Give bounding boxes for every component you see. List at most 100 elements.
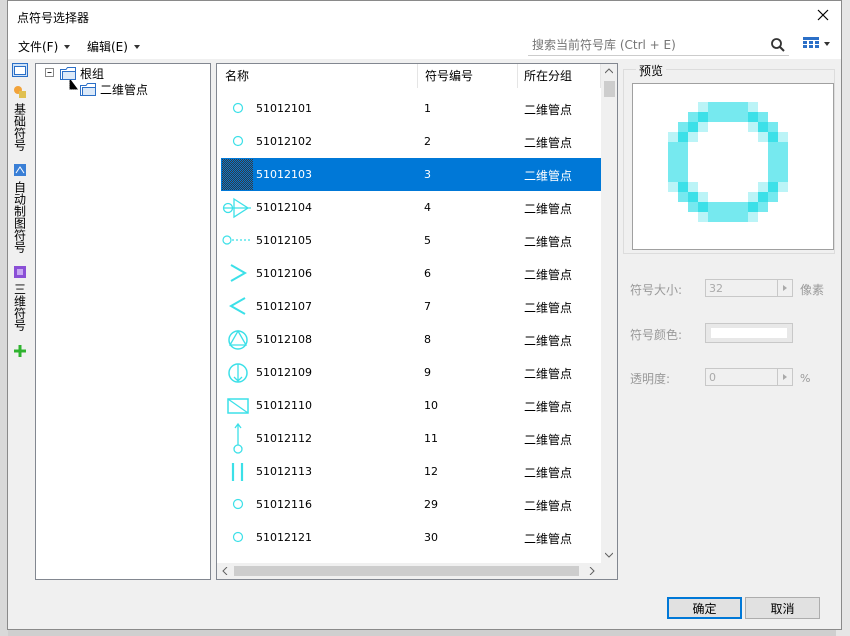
color-swatch-fill xyxy=(711,328,787,338)
preview-pixel xyxy=(688,202,698,212)
cell-group: 二维管点 xyxy=(524,367,573,381)
list-item[interactable]: 二维管点 xyxy=(221,554,601,563)
cell-group: 二维管点 xyxy=(524,334,573,348)
tree-node-2d-pipe-points[interactable]: 二维管点 xyxy=(80,81,148,98)
window-title: 点符号选择器 xyxy=(17,11,90,25)
preview-pixel xyxy=(768,142,778,152)
preview-pixel xyxy=(678,152,688,162)
tab-3d-symbols[interactable]: 三维符号 xyxy=(10,265,30,331)
list-item[interactable]: 51012121 30 二维管点 xyxy=(221,521,601,554)
horizontal-scrollbar[interactable] xyxy=(217,563,617,579)
preview-pixel xyxy=(668,132,678,142)
chevron-right-icon xyxy=(783,285,787,291)
list-item[interactable]: 51012108 8 二维管点 xyxy=(221,323,601,356)
tab-basic-symbols[interactable]: 基础符号 xyxy=(10,85,30,151)
opacity-spinner[interactable]: 0 xyxy=(705,368,793,386)
cell-name: 51012112 xyxy=(256,432,312,445)
symbol-color-picker[interactable] xyxy=(705,323,793,343)
cell-code: 9 xyxy=(424,366,431,379)
symbol-big-circle-icon xyxy=(221,554,254,563)
cell-name: 51012107 xyxy=(256,300,312,313)
tree-node-root[interactable]: 根组 xyxy=(60,65,104,82)
list-item[interactable]: 51012109 9 二维管点 xyxy=(221,356,601,389)
list-item[interactable]: 51012116 29 二维管点 xyxy=(221,488,601,521)
search-icon[interactable] xyxy=(770,37,786,53)
scroll-down-icon[interactable] xyxy=(605,552,613,558)
preview-pixel xyxy=(678,142,688,152)
preview-pixel xyxy=(778,182,788,192)
column-header-name[interactable]: 名称 xyxy=(225,67,249,84)
3d-symbol-icon xyxy=(14,266,26,278)
preview-pixel xyxy=(698,212,708,222)
preview-pixel xyxy=(678,162,688,172)
menu-bar: 文件(F) 编辑(E) xyxy=(8,31,841,59)
cell-group: 二维管点 xyxy=(524,268,573,282)
preview-pixel xyxy=(728,112,738,122)
cell-group: 二维管点 xyxy=(524,499,573,513)
view-mode-button[interactable] xyxy=(803,37,830,51)
vertical-scroll-thumb[interactable] xyxy=(604,81,615,97)
chevron-down-icon xyxy=(133,44,140,49)
menu-edit[interactable]: 编辑(E) xyxy=(87,38,140,55)
scroll-left-icon[interactable] xyxy=(222,567,228,575)
preview-pixel xyxy=(698,192,708,202)
horizontal-scroll-thumb[interactable] xyxy=(234,566,579,576)
cell-code: 2 xyxy=(424,135,431,148)
symbol-circle-down-icon xyxy=(228,363,248,383)
symbol-preview xyxy=(668,102,788,222)
preview-pixel xyxy=(678,172,688,182)
list-item[interactable]: 51012107 7 二维管点 xyxy=(221,290,601,323)
list-item[interactable]: 51012113 12 二维管点 xyxy=(221,455,601,488)
tab-folder[interactable] xyxy=(10,63,30,77)
close-button[interactable] xyxy=(811,5,835,27)
symbol-triangle-circle-icon xyxy=(222,197,251,219)
cell-name: 51012110 xyxy=(256,399,312,412)
scroll-up-icon[interactable] xyxy=(605,68,613,74)
preview-pixel xyxy=(678,192,688,202)
preview-pixel xyxy=(688,122,698,132)
column-separator xyxy=(417,64,418,88)
preview-pixel xyxy=(778,172,788,182)
symbol-double-bar-icon xyxy=(231,463,244,481)
list-item[interactable]: 51012103 3 二维管点 xyxy=(221,158,601,191)
symbol-circle-dash-icon xyxy=(222,235,251,245)
list-item[interactable]: 51012101 1 二维管点 xyxy=(221,92,601,125)
vertical-scrollbar[interactable] xyxy=(601,64,617,563)
preview-group: 预览 xyxy=(623,62,835,254)
menu-file[interactable]: 文件(F) xyxy=(18,38,71,55)
symbol-size-unit: 像素 xyxy=(800,283,825,297)
preview-pixel xyxy=(688,132,698,142)
search-input[interactable] xyxy=(532,37,762,53)
folder-icon xyxy=(60,67,76,80)
list-item[interactable]: 51012105 5 二维管点 xyxy=(221,224,601,257)
list-item[interactable]: 51012102 2 二维管点 xyxy=(221,125,601,158)
add-library-button[interactable] xyxy=(10,344,30,358)
preview-pixel xyxy=(718,202,728,212)
spinner-arrow[interactable] xyxy=(777,369,792,385)
cell-code: 12 xyxy=(424,465,438,478)
tree-node-label: 二维管点 xyxy=(100,83,149,97)
preview-pixel xyxy=(758,192,768,202)
symbol-size-spinner[interactable]: 32 xyxy=(705,279,793,297)
column-header-group[interactable]: 所在分组 xyxy=(524,67,572,84)
tab-auto-map-symbols[interactable]: 自动制图符号 xyxy=(10,163,30,253)
preview-pixel xyxy=(708,212,718,222)
list-item[interactable]: 51012104 4 二维管点 xyxy=(221,191,601,224)
scroll-right-icon[interactable] xyxy=(589,567,595,575)
list-item[interactable]: 51012106 6 二维管点 xyxy=(221,257,601,290)
preview-pixel xyxy=(668,162,678,172)
symbol-size-value: 32 xyxy=(709,282,723,295)
cancel-button[interactable]: 取消 xyxy=(745,597,820,619)
cell-code: 10 xyxy=(424,399,438,412)
list-item[interactable]: 51012110 10 二维管点 xyxy=(221,389,601,422)
spinner-arrow[interactable] xyxy=(777,280,792,296)
ok-button[interactable]: 确定 xyxy=(667,597,742,619)
cell-name: 51012121 xyxy=(256,531,312,544)
cell-name: 51012113 xyxy=(256,465,312,478)
close-icon xyxy=(817,9,829,21)
column-separator xyxy=(517,64,518,88)
list-item[interactable]: 51012112 11 二维管点 xyxy=(221,422,601,455)
column-header-code[interactable]: 符号编号 xyxy=(425,67,473,84)
preview-pixel xyxy=(748,112,758,122)
preview-label: 预览 xyxy=(636,62,667,79)
